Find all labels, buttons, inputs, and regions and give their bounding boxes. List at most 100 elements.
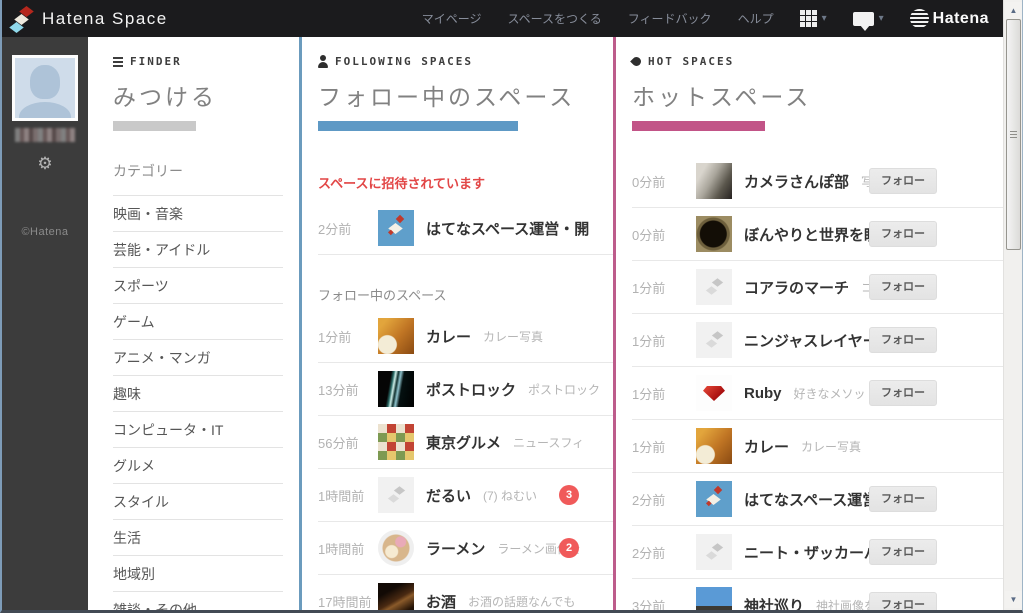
following-row[interactable]: 1時間前 ラーメン ラーメン画像を 2: [318, 522, 613, 575]
main-content: ⚙ ©Hatena FINDER みつける カテゴリー 映画・音楽 芸能・アイド…: [2, 37, 1003, 610]
hatena-logo-icon: [909, 9, 929, 28]
hot-row[interactable]: 3分前 神社巡り 神社画像をひ フォロー: [632, 579, 1003, 610]
finder-section-label: FINDER: [113, 55, 299, 68]
follow-button[interactable]: フォロー: [869, 274, 937, 300]
top-nav-links: マイページ スペースをつくる フィードバック ヘルプ ▾ ▾ Hatena: [422, 9, 989, 31]
follow-button[interactable]: フォロー: [869, 221, 937, 247]
hot-row[interactable]: 0分前 カメラさんぽ部 写真ア フォロー: [632, 155, 1003, 208]
user-avatar[interactable]: [12, 55, 78, 121]
category-item[interactable]: 雑談・その他: [113, 591, 283, 610]
space-icon: [696, 375, 732, 411]
scrollbar-thumb[interactable]: [1006, 19, 1021, 250]
row-time: 56分前: [318, 435, 359, 451]
nav-create-space-link[interactable]: スペースをつくる: [507, 10, 601, 27]
following-row[interactable]: 1時間前 だるい (7) ねむい 3: [318, 469, 613, 522]
category-item[interactable]: 趣味: [113, 375, 283, 411]
settings-gear-icon[interactable]: ⚙: [37, 154, 52, 174]
brand-title: Hatena Space: [42, 8, 168, 28]
category-item[interactable]: アニメ・マンガ: [113, 339, 283, 375]
following-row[interactable]: 1分前 カレー カレー写真: [318, 310, 613, 363]
space-subtitle: カレー写真: [801, 439, 862, 454]
hot-title: ホットスペース: [632, 84, 812, 110]
messages-menu-button[interactable]: ▾: [852, 11, 884, 31]
hatena-space-logo-icon: [9, 5, 34, 33]
category-item[interactable]: スポーツ: [113, 267, 283, 303]
follow-button[interactable]: フォロー: [869, 168, 937, 194]
invite-row[interactable]: 2分前 はてなスペース運営・開: [318, 202, 613, 255]
scroll-down-button[interactable]: ▼: [1005, 591, 1022, 608]
following-list-label: フォロー中のスペース: [318, 288, 447, 303]
row-time: 1時間前: [318, 541, 365, 557]
hot-row[interactable]: 1分前 カレー カレー写真 フォロー: [632, 420, 1003, 473]
invite-list: 2分前 はてなスペース運営・開: [318, 202, 613, 255]
category-item[interactable]: 生活: [113, 519, 283, 555]
category-item[interactable]: グルメ: [113, 447, 283, 483]
row-time: 0分前: [632, 227, 666, 243]
follow-button[interactable]: フォロー: [869, 592, 937, 610]
row-time: 1分前: [632, 386, 666, 402]
space-subtitle: ポストロック: [528, 382, 601, 397]
category-item-label: 映画・音楽: [113, 206, 183, 222]
category-item[interactable]: 芸能・アイドル: [113, 231, 283, 267]
category-item-label: コンピュータ・IT: [113, 422, 224, 438]
space-icon: [378, 210, 414, 246]
row-time: 2分前: [632, 545, 666, 561]
space-title: お酒: [426, 593, 457, 611]
space-icon: [696, 269, 732, 305]
space-title: ラーメン: [426, 540, 486, 558]
hot-row[interactable]: 1分前 コアラのマーチ コアラ フォロー: [632, 261, 1003, 314]
category-item-label: 生活: [113, 530, 141, 546]
space-icon: [696, 534, 732, 570]
nav-mypage-link[interactable]: マイページ: [422, 10, 482, 27]
space-title: 東京グルメ: [426, 434, 502, 452]
row-time: 13分前: [318, 382, 359, 398]
copyright-label: ©Hatena: [21, 226, 69, 238]
follow-button[interactable]: フォロー: [869, 327, 937, 353]
space-icon: [696, 428, 732, 464]
category-item[interactable]: コンピュータ・IT: [113, 411, 283, 447]
scroll-up-button[interactable]: ▲: [1005, 2, 1022, 19]
following-row[interactable]: 56分前 東京グルメ ニュースフィ: [318, 416, 613, 469]
space-title: カレー: [744, 438, 790, 456]
category-list: 映画・音楽 芸能・アイドル スポーツ ゲーム アニメ・マンガ 趣味 コンピュータ…: [113, 195, 283, 610]
hatena-space-window: Hatena Space マイページ スペースをつくる フィードバック ヘルプ …: [0, 0, 1023, 613]
category-item[interactable]: スタイル: [113, 483, 283, 519]
vertical-scrollbar[interactable]: ▲ ▼: [1003, 0, 1022, 610]
username-redacted: [15, 128, 75, 142]
category-item-label: グルメ: [113, 458, 155, 474]
category-item-label: 雑談・その他: [113, 602, 197, 610]
finder-section-text: FINDER: [130, 55, 182, 68]
row-time: 17時間前: [318, 594, 372, 610]
space-subtitle: カレー写真: [483, 329, 544, 344]
space-icon: [378, 371, 414, 407]
hot-row[interactable]: 1分前 Ruby 好きなメソッド フォロー: [632, 367, 1003, 420]
following-section-label: FOLLOWING SPACES: [318, 55, 613, 68]
hot-row[interactable]: 0分前 ぼんやりと世界を眺める フォロー: [632, 208, 1003, 261]
follow-button[interactable]: フォロー: [869, 486, 937, 512]
category-item[interactable]: 地域別: [113, 555, 283, 591]
hot-row[interactable]: 2分前 はてなスペース運営・開 フォロー: [632, 473, 1003, 526]
space-title: 神社巡り: [744, 597, 805, 611]
chevron-down-icon: ▾: [821, 13, 827, 24]
follow-button[interactable]: フォロー: [869, 380, 937, 406]
category-item[interactable]: ゲーム: [113, 303, 283, 339]
hot-row[interactable]: 2分前 ニート・ザッカーバーグ フォロー: [632, 526, 1003, 579]
space-subtitle: 好きなメソッド: [793, 386, 878, 401]
chevron-down-icon: ▾: [878, 13, 884, 24]
row-time: 3分前: [632, 598, 666, 611]
following-row[interactable]: 17時間前 お酒 お酒の話題なんでも: [318, 575, 613, 610]
following-title: フォロー中のスペース: [318, 84, 576, 110]
hatena-home-link[interactable]: Hatena: [909, 9, 989, 28]
nav-help-link[interactable]: ヘルプ: [738, 10, 774, 27]
finder-title: みつける: [113, 84, 217, 110]
space-icon: [378, 583, 414, 610]
following-row[interactable]: 13分前 ポストロック ポストロック: [318, 363, 613, 416]
apps-menu-button[interactable]: ▾: [799, 10, 827, 27]
follow-button[interactable]: フォロー: [869, 539, 937, 565]
nav-feedback-link[interactable]: フィードバック: [628, 10, 712, 27]
space-icon: [378, 318, 414, 354]
hatena-space-logo[interactable]: Hatena Space: [9, 5, 168, 33]
space-icon: [696, 216, 732, 252]
category-item[interactable]: 映画・音楽: [113, 195, 283, 231]
hot-row[interactable]: 1分前 ニンジャスレイヤー ほ フォロー: [632, 314, 1003, 367]
